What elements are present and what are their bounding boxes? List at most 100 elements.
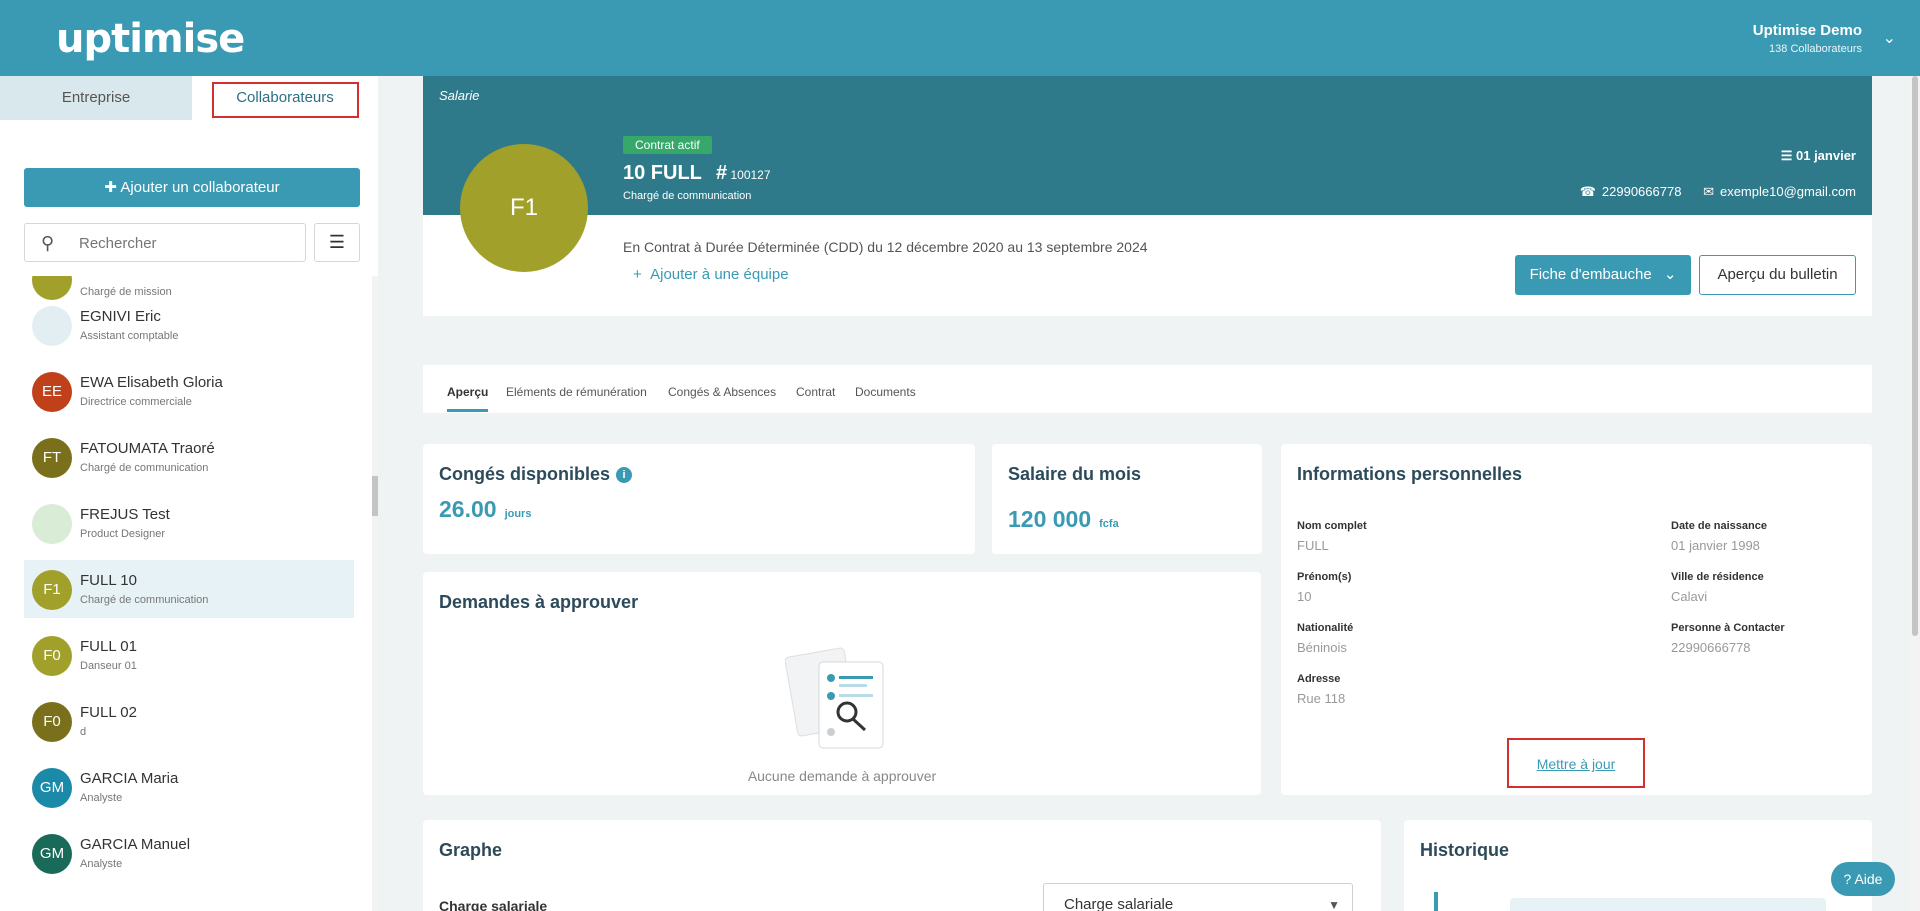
- page-scrollbar[interactable]: [1910, 76, 1920, 911]
- empty-documents-illustration: [785, 647, 884, 749]
- employee-name: 10 FULL: [623, 162, 702, 184]
- mail-icon: ✉: [1703, 184, 1714, 199]
- list-item[interactable]: GM GARCIA Maria Analyste: [24, 758, 354, 816]
- avatar: F0: [32, 636, 72, 676]
- list-item[interactable]: FREJUS Test Product Designer: [24, 494, 354, 552]
- info-icon[interactable]: i: [616, 467, 633, 483]
- cake-icon: ☰: [1780, 148, 1793, 163]
- history-entry: [1510, 898, 1826, 911]
- tab-entreprise[interactable]: Entreprise: [0, 76, 192, 120]
- filter-button[interactable]: ☰: [314, 223, 360, 262]
- field-value: Calavi: [1671, 589, 1708, 604]
- list-item[interactable]: F0 FULL 02 d: [24, 692, 354, 750]
- employee-header-card: Salarie Contrat actif 10 FULL # 100127 C…: [423, 76, 1872, 316]
- avatar: [32, 306, 72, 346]
- graph-select-value: Charge salariale: [1064, 896, 1174, 911]
- list-item-name: EWA Elisabeth Gloria: [80, 374, 223, 391]
- birthday: ☰ 01 janvier: [1781, 148, 1856, 164]
- add-team-link[interactable]: + Ajouter à une équipe: [633, 266, 789, 283]
- list-scrollbar[interactable]: [372, 276, 378, 911]
- contact-info: ☎ 22990666778 ✉ exemple10@gmail.com: [1574, 184, 1856, 200]
- highlight-box: [212, 82, 359, 118]
- salary-value: 120 000 fcfa: [1008, 506, 1119, 533]
- graph-select[interactable]: Charge salariale ▼: [1043, 883, 1353, 911]
- tab-documents[interactable]: Documents: [855, 385, 916, 399]
- salary-unit: fcfa: [1099, 518, 1119, 530]
- list-item-name: GARCIA Manuel: [80, 836, 191, 853]
- scrollbar-thumb[interactable]: [1912, 76, 1918, 636]
- app-logo[interactable]: uptimise: [56, 16, 245, 62]
- leave-title: Congés disponibles i: [439, 464, 633, 485]
- birthday-value: 01 janvier: [1796, 148, 1856, 163]
- employee-id: # 100127: [716, 162, 771, 185]
- employee-job: Chargé de communication: [623, 190, 752, 202]
- tab-contrat[interactable]: Contrat: [796, 385, 835, 399]
- add-collaborator-button[interactable]: ✚ Ajouter un collaborateur: [24, 168, 360, 207]
- phone-icon: ☎: [1579, 184, 1596, 199]
- apercu-bulletin-button[interactable]: Aperçu du bulletin: [1699, 255, 1856, 295]
- sidebar: Entreprise Collaborateurs ✚ Ajouter un c…: [0, 76, 378, 911]
- question-icon: ?: [1843, 871, 1852, 887]
- help-label: Aide: [1854, 871, 1883, 887]
- employee-avatar: F1: [460, 144, 588, 272]
- sidebar-tabs: Entreprise Collaborateurs: [0, 76, 378, 120]
- fiche-embauche-button[interactable]: Fiche d'embauche ⌄: [1515, 255, 1691, 295]
- empty-state-text: Aucune demande à approuver: [747, 768, 937, 784]
- list-item-selected[interactable]: F1 FULL 10 Chargé de communication: [24, 560, 354, 618]
- phone-value[interactable]: 22990666778: [1602, 184, 1682, 199]
- list-item-job: Assistant comptable: [80, 330, 179, 342]
- tab-conges[interactable]: Congés & Absences: [668, 385, 776, 399]
- tab-remuneration[interactable]: Eléments de rémunération: [506, 385, 647, 399]
- leave-number: 26.00: [439, 496, 497, 522]
- timeline-line: [1434, 892, 1438, 911]
- caret-down-icon: ▼: [1328, 898, 1340, 911]
- list-item-name: FATOUMATA Traoré: [80, 440, 215, 457]
- list-item-job: Directrice commerciale: [80, 396, 192, 408]
- list-item[interactable]: EGNIVI Eric Assistant comptable: [24, 296, 354, 354]
- field-value: FULL: [1297, 538, 1329, 553]
- account-menu[interactable]: Uptimise Demo 138 Collaborateurs: [1753, 22, 1862, 55]
- account-name: Uptimise Demo: [1752, 22, 1862, 39]
- avatar: [32, 504, 72, 544]
- field-value: Béninois: [1297, 640, 1347, 655]
- list-item-job: Analyste: [80, 858, 123, 870]
- list-item-name: FREJUS Test: [80, 506, 170, 523]
- sliders-icon: ☰: [328, 232, 346, 252]
- list-item-job: Product Designer: [80, 528, 165, 540]
- list-item[interactable]: F0 FULL 01 Danseur 01: [24, 626, 354, 684]
- chevron-down-icon[interactable]: ⌄: [1883, 28, 1896, 48]
- update-highlight-box: Mettre à jour: [1507, 738, 1645, 788]
- tab-collaborateurs[interactable]: Collaborateurs: [192, 76, 378, 120]
- field-label: Date de naissance: [1671, 520, 1767, 532]
- help-button[interactable]: ? Aide: [1831, 862, 1895, 896]
- main-content: Salarie Contrat actif 10 FULL # 100127 C…: [398, 76, 1920, 911]
- graph-card: Graphe Charge salariale Charge salariale…: [423, 820, 1381, 911]
- list-item-name: EGNIVI Eric: [80, 308, 161, 325]
- avatar: EE: [32, 372, 72, 412]
- avatar: F0: [32, 702, 72, 742]
- list-item-job: Chargé de communication: [80, 462, 209, 474]
- add-team-label: Ajouter à une équipe: [650, 266, 789, 283]
- top-bar: uptimise Uptimise Demo 138 Collaborateur…: [0, 0, 1920, 76]
- scrollbar-thumb[interactable]: [372, 476, 378, 516]
- plus-icon: +: [633, 266, 642, 283]
- list-item-job: Analyste: [80, 792, 123, 804]
- list-item[interactable]: FT FATOUMATA Traoré Chargé de communicat…: [24, 428, 354, 486]
- field-value: 22990666778: [1671, 640, 1751, 655]
- graph-title: Graphe: [439, 840, 503, 860]
- tab-apercu[interactable]: Aperçu: [447, 385, 489, 412]
- salary-title: Salaire du mois: [1008, 464, 1142, 484]
- search-input[interactable]: [79, 232, 289, 254]
- search-box: ⚲: [24, 223, 306, 262]
- status-badge: Contrat actif: [623, 136, 712, 154]
- email-value[interactable]: exemple10@gmail.com: [1720, 184, 1856, 199]
- section-label: Salarie: [439, 88, 480, 103]
- salary-number: 120 000: [1008, 506, 1092, 532]
- graph-subtitle: Charge salariale: [439, 898, 548, 911]
- list-item[interactable]: GM GARCIA Manuel Analyste: [24, 824, 354, 882]
- profile-tabs: Aperçu Eléments de rémunération Congés &…: [423, 365, 1872, 413]
- list-item[interactable]: EE EWA Elisabeth Gloria Directrice comme…: [24, 362, 354, 420]
- update-link[interactable]: Mettre à jour: [1509, 756, 1643, 772]
- field-value: Rue 118: [1297, 691, 1346, 706]
- salary-card: Salaire du mois 120 000 fcfa: [992, 444, 1262, 554]
